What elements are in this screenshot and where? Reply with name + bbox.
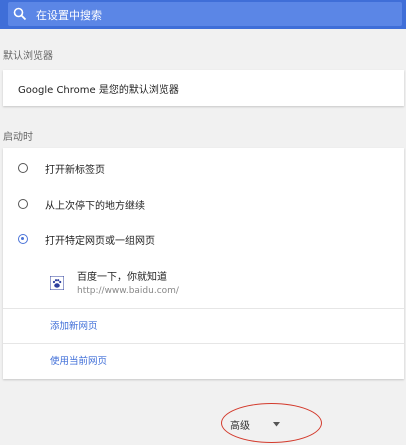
radio-continue[interactable] xyxy=(18,199,28,209)
add-new-page-link[interactable]: 添加新网页 xyxy=(50,318,98,332)
divider xyxy=(3,343,404,344)
startup-option-new-tab[interactable]: 打开新标签页 xyxy=(18,158,105,178)
startup-page-title: 百度一下，你就知道 xyxy=(77,272,167,283)
startup-option-continue[interactable]: 从上次停下的地方继续 xyxy=(18,194,145,214)
advanced-label: 高级 xyxy=(230,421,250,432)
use-current-pages-link[interactable]: 使用当前网页 xyxy=(50,353,107,367)
radio-new-tab[interactable] xyxy=(18,163,28,173)
search-input[interactable] xyxy=(34,4,338,26)
default-browser-card: Google Chrome 是您的默认浏览器 xyxy=(3,70,404,106)
baidu-paw-icon xyxy=(50,276,64,290)
radio-label-specific-pages: 打开特定网页或一组网页 xyxy=(45,235,155,247)
search-icon xyxy=(13,7,27,21)
advanced-button[interactable]: 高级 xyxy=(230,417,280,432)
radio-label-continue: 从上次停下的地方继续 xyxy=(45,200,145,212)
chevron-down-icon xyxy=(273,422,280,427)
startup-card: 打开新标签页 从上次停下的地方继续 打开特定网页或一组网页 百度一下，你就知道 … xyxy=(3,148,404,379)
divider xyxy=(3,308,404,309)
default-browser-heading: 默认浏览器 xyxy=(3,51,53,62)
search-box[interactable] xyxy=(8,2,402,26)
startup-page-entry: 百度一下，你就知道 http://www.baidu.com/ xyxy=(50,268,350,304)
settings-header xyxy=(0,0,406,29)
radio-label-new-tab: 打开新标签页 xyxy=(45,164,105,176)
default-browser-status: Google Chrome 是您的默认浏览器 xyxy=(18,85,179,96)
startup-option-specific-pages[interactable]: 打开特定网页或一组网页 xyxy=(18,229,155,249)
startup-heading: 启动时 xyxy=(3,132,33,143)
radio-specific-pages[interactable] xyxy=(18,234,28,244)
startup-page-url: http://www.baidu.com/ xyxy=(77,286,179,296)
